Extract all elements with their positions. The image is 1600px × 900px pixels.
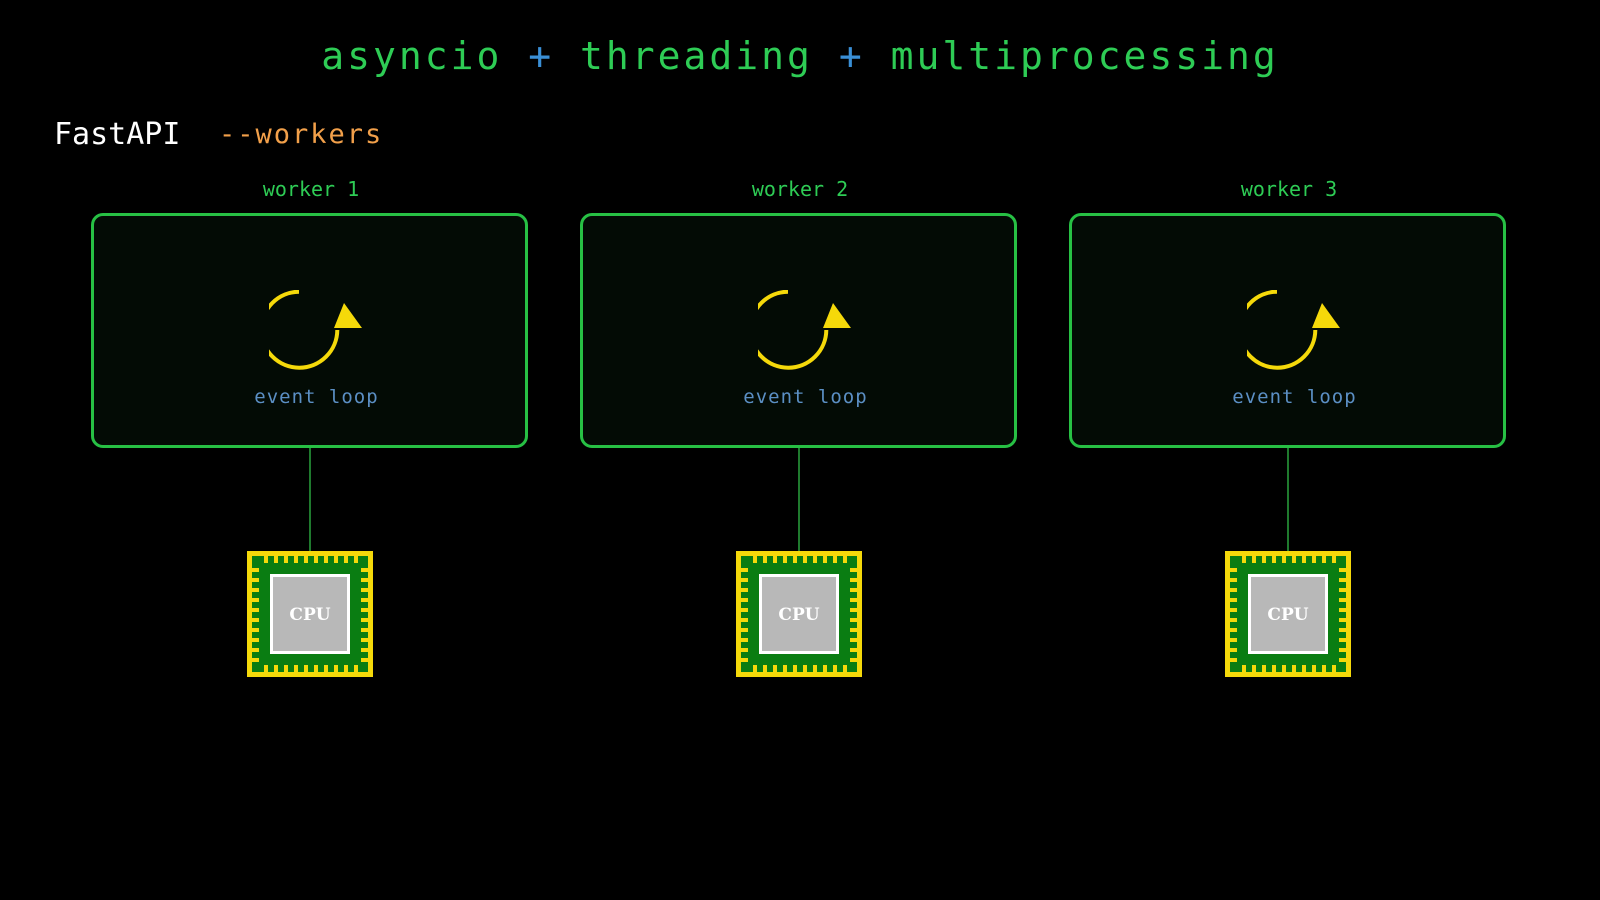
event-loop-label: event loop	[743, 386, 868, 408]
event-loop-icon	[1247, 290, 1340, 370]
worker-2-label: worker 2	[751, 177, 849, 201]
cpu-chip-icon: CPU	[1225, 551, 1351, 677]
app-name: FastAPI	[54, 117, 181, 152]
worker-1-connector	[309, 448, 311, 551]
workers-flag: --workers	[219, 119, 384, 150]
cpu-chip-icon: CPU	[736, 551, 862, 677]
worker-2-box: event loop	[580, 213, 1017, 448]
title-multiprocessing: multiprocessing	[890, 34, 1279, 78]
worker-3-connector	[1287, 448, 1289, 551]
cpu-label: CPU	[289, 605, 330, 625]
cpu-chip-icon: CPU	[247, 551, 373, 677]
title-asyncio: asyncio	[321, 34, 503, 78]
event-loop-icon	[269, 290, 362, 370]
event-loop-label: event loop	[254, 386, 379, 408]
cpu-label: CPU	[778, 605, 819, 625]
worker-1-box: event loop	[91, 213, 528, 448]
event-loop-label: event loop	[1232, 386, 1357, 408]
event-loop-icon	[758, 290, 851, 370]
cpu-label: CPU	[1267, 605, 1308, 625]
worker-2-connector	[798, 448, 800, 551]
worker-1-label: worker 1	[262, 177, 360, 201]
page-title: asyncio + threading + multiprocessing	[0, 34, 1600, 78]
worker-3-label: worker 3	[1240, 177, 1338, 201]
worker-3-box: event loop	[1069, 213, 1506, 448]
title-threading: threading	[580, 34, 813, 78]
title-plus-1: +	[528, 34, 555, 78]
title-plus-2: +	[838, 34, 865, 78]
